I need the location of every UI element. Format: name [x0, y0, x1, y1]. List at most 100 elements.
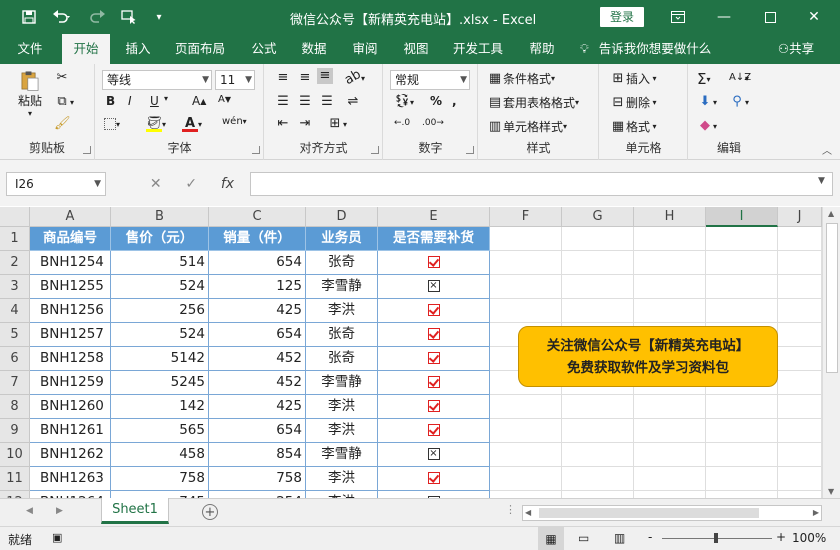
cell-price[interactable]: 514: [111, 251, 209, 275]
cell-price[interactable]: 142: [111, 395, 209, 419]
cell[interactable]: [778, 323, 822, 347]
format-painter-icon[interactable]: 🖌︎: [54, 116, 71, 132]
cell[interactable]: [778, 467, 822, 491]
cell[interactable]: [706, 275, 778, 299]
column-header-d[interactable]: D: [306, 207, 378, 227]
cell-price[interactable]: 745: [111, 491, 209, 498]
cell-quantity[interactable]: 654: [209, 323, 306, 347]
cell[interactable]: [562, 443, 634, 467]
tab-file[interactable]: 文件: [8, 34, 52, 64]
increase-font-icon[interactable]: A ▲: [192, 94, 206, 108]
vertical-scroll-thumb[interactable]: [826, 223, 838, 373]
cell-price[interactable]: 524: [111, 323, 209, 347]
cell[interactable]: [706, 467, 778, 491]
header-cell[interactable]: 商品编号: [30, 227, 111, 251]
header-cell[interactable]: 业务员: [306, 227, 378, 251]
align-middle-icon[interactable]: ≡: [297, 70, 313, 86]
select-all-corner[interactable]: [0, 207, 30, 227]
cell-quantity[interactable]: 452: [209, 347, 306, 371]
cell-price[interactable]: 524: [111, 275, 209, 299]
conditional-format-button[interactable]: ▦ 条件格式 ▾: [487, 70, 555, 87]
fill-icon[interactable]: ⬇ ▾: [697, 94, 717, 110]
cell[interactable]: [490, 443, 562, 467]
login-button[interactable]: 登录: [600, 7, 644, 27]
cell[interactable]: [634, 443, 706, 467]
zoom-in-button[interactable]: +: [776, 530, 786, 544]
zoom-out-button[interactable]: -: [648, 530, 652, 544]
underline-button[interactable]: U: [150, 94, 159, 108]
cell[interactable]: [706, 395, 778, 419]
zoom-level[interactable]: 100%: [792, 531, 826, 545]
cell[interactable]: [778, 275, 822, 299]
cell-salesperson[interactable]: 李洪: [306, 491, 378, 498]
clear-icon[interactable]: ◆ ▾: [697, 118, 717, 134]
cell[interactable]: [778, 347, 822, 371]
font-name-select[interactable]: 等线 ▼: [102, 70, 212, 90]
cell[interactable]: [490, 491, 562, 498]
tab-split-icon[interactable]: ⋮: [505, 503, 516, 516]
column-header-f[interactable]: F: [490, 207, 562, 227]
formula-input[interactable]: [250, 172, 833, 196]
cell-salesperson[interactable]: 张奇: [306, 323, 378, 347]
cell-product-id[interactable]: BNH1260: [30, 395, 111, 419]
row-header-11[interactable]: 11: [0, 467, 30, 491]
scroll-down-icon[interactable]: ▼: [828, 487, 834, 496]
ribbon-display-icon[interactable]: [664, 7, 692, 27]
cell[interactable]: [706, 299, 778, 323]
header-cell[interactable]: 销量（件）: [209, 227, 306, 251]
tab-view[interactable]: 视图: [394, 34, 438, 64]
share-button[interactable]: ⚇共享: [770, 34, 822, 64]
cell-product-id[interactable]: BNH1254: [30, 251, 111, 275]
insert-cells-button[interactable]: ⊞ 插入 ▾: [610, 70, 657, 87]
scroll-left-icon[interactable]: ◀: [525, 508, 531, 517]
cut-icon[interactable]: ✂: [54, 70, 70, 86]
align-bottom-icon[interactable]: ≡: [317, 68, 333, 84]
cell[interactable]: [778, 491, 822, 498]
cell-quantity[interactable]: 854: [209, 443, 306, 467]
cell[interactable]: [490, 227, 562, 251]
cell-restock[interactable]: [378, 467, 490, 491]
expand-formula-bar-icon[interactable]: ▼: [818, 176, 825, 186]
cell-quantity[interactable]: 654: [209, 419, 306, 443]
cell-restock[interactable]: [378, 395, 490, 419]
phonetic-icon[interactable]: wén ▾: [222, 116, 247, 127]
cell-restock[interactable]: [378, 251, 490, 275]
cell-quantity[interactable]: 425: [209, 299, 306, 323]
cell[interactable]: [490, 251, 562, 275]
tab-home[interactable]: 开始: [62, 34, 110, 64]
align-top-icon[interactable]: ≡: [275, 70, 291, 86]
orientation-icon[interactable]: ab ▾: [342, 67, 365, 88]
cell-price[interactable]: 5142: [111, 347, 209, 371]
cell-salesperson[interactable]: 李洪: [306, 299, 378, 323]
row-header-4[interactable]: 4: [0, 299, 30, 323]
decrease-decimal-icon[interactable]: .00→: [422, 118, 444, 128]
align-left-icon[interactable]: ☰: [275, 94, 291, 110]
cell-salesperson[interactable]: 李雪静: [306, 275, 378, 299]
cell[interactable]: [562, 251, 634, 275]
cell[interactable]: [634, 227, 706, 251]
cell[interactable]: [562, 419, 634, 443]
row-header-5[interactable]: 5: [0, 323, 30, 347]
cell-restock[interactable]: ×: [378, 443, 490, 467]
cell[interactable]: [634, 275, 706, 299]
cell-quantity[interactable]: 254: [209, 491, 306, 498]
scroll-right-icon[interactable]: ▶: [813, 508, 819, 517]
insert-function-icon[interactable]: fx: [221, 176, 234, 192]
copy-icon[interactable]: ⧉ ▾: [54, 94, 74, 110]
delete-cells-button[interactable]: ⊟ 删除 ▾: [610, 94, 657, 111]
row-header-6[interactable]: 6: [0, 347, 30, 371]
comma-style-icon[interactable]: ,: [452, 94, 457, 108]
wrap-text-icon[interactable]: ⇌: [345, 94, 361, 110]
cell-restock[interactable]: [378, 347, 490, 371]
cell-product-id[interactable]: BNH1256: [30, 299, 111, 323]
cell-product-id[interactable]: BNH1261: [30, 419, 111, 443]
cell-product-id[interactable]: BNH1255: [30, 275, 111, 299]
format-as-table-button[interactable]: ▤ 套用表格格式 ▾: [487, 94, 579, 111]
cell[interactable]: [634, 491, 706, 498]
tab-review[interactable]: 审阅: [343, 34, 387, 64]
alignment-launcher-icon[interactable]: [371, 146, 379, 154]
cell[interactable]: [778, 227, 822, 251]
font-color-icon[interactable]: A ▾: [182, 116, 202, 132]
undo-icon[interactable]: [50, 8, 74, 26]
borders-icon[interactable]: ▾: [104, 118, 120, 130]
